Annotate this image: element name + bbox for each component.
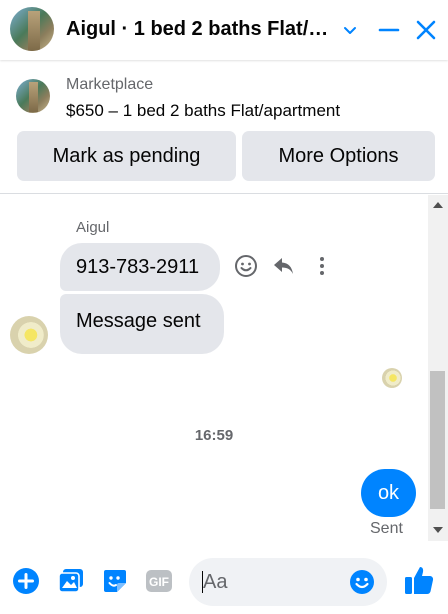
more-icon[interactable]	[309, 253, 335, 279]
contact-avatar[interactable]	[10, 7, 54, 51]
close-icon[interactable]	[410, 14, 442, 46]
minimize-icon[interactable]	[373, 14, 405, 46]
delivery-status: Sent	[370, 520, 403, 537]
thumbs-up-icon[interactable]	[403, 564, 435, 596]
message-text: Message sent	[76, 309, 201, 332]
emoji-icon[interactable]	[349, 569, 375, 595]
text-cursor	[202, 571, 203, 593]
chat-title[interactable]: Aigul · 1 bed 2 baths Flat/apartment	[66, 18, 338, 41]
message-input[interactable]	[203, 568, 343, 596]
message-bubble-incoming[interactable]: Message sent	[60, 294, 224, 354]
message-input-container[interactable]	[189, 558, 387, 606]
plus-icon[interactable]	[12, 567, 40, 595]
message-list: Aigul 913-783-2911 Message sent 16:59 ok…	[0, 195, 448, 541]
message-bubble-outgoing[interactable]: ok	[361, 469, 416, 517]
sender-avatar[interactable]	[10, 316, 48, 354]
sender-name: Aigul	[76, 219, 110, 236]
scrollbar[interactable]	[428, 195, 448, 541]
scrollbar-thumb[interactable]	[430, 371, 445, 509]
svg-text:GIF: GIF	[149, 575, 169, 589]
message-timestamp: 16:59	[194, 427, 234, 444]
mark-as-pending-button[interactable]: Mark as pending	[17, 131, 236, 181]
sticker-icon[interactable]	[101, 567, 129, 595]
message-text: 913-783-2911	[76, 255, 200, 278]
listing-thumbnail[interactable]	[16, 79, 50, 113]
marketplace-card: Marketplace $650 – 1 bed 2 baths Flat/ap…	[0, 62, 448, 194]
message-bubble-incoming[interactable]: 913-783-2911	[60, 243, 220, 291]
seen-indicator-avatar	[382, 368, 402, 388]
reply-icon[interactable]	[271, 253, 297, 279]
more-options-button[interactable]: More Options	[242, 131, 435, 181]
marketplace-label: Marketplace	[66, 76, 154, 93]
scroll-up-arrow-icon[interactable]	[433, 202, 443, 208]
composer-bar: GIF	[0, 541, 448, 614]
listing-title[interactable]: $650 – 1 bed 2 baths Flat/apartment	[66, 101, 340, 121]
scroll-down-arrow-icon[interactable]	[433, 527, 443, 533]
gif-icon[interactable]: GIF	[145, 567, 173, 595]
chevron-down-icon[interactable]	[334, 14, 366, 46]
image-icon[interactable]	[57, 567, 85, 595]
message-text: ok	[377, 481, 400, 504]
chat-header: Aigul · 1 bed 2 baths Flat/apartment	[0, 0, 448, 60]
react-icon[interactable]	[233, 253, 259, 279]
